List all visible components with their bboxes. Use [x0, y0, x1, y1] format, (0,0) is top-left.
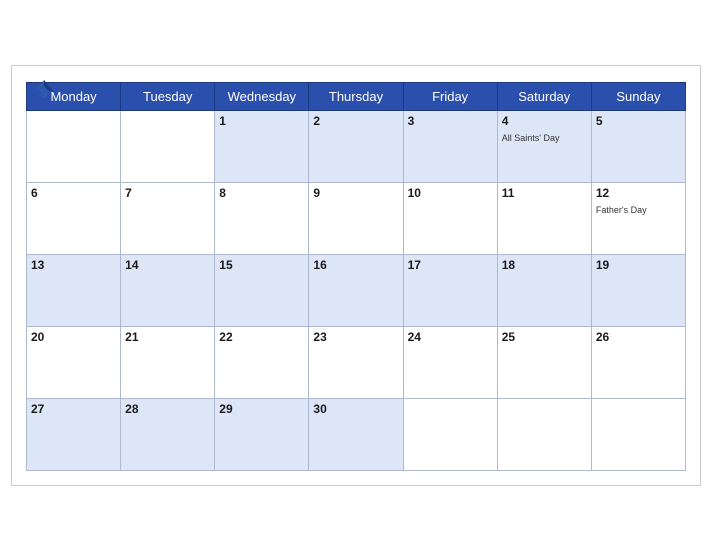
day-number: 15	[219, 258, 304, 272]
day-number: 8	[219, 186, 304, 200]
calendar-cell: 11	[497, 182, 591, 254]
day-number: 6	[31, 186, 116, 200]
weekday-header-tuesday: Tuesday	[121, 82, 215, 110]
calendar-cell: 14	[121, 254, 215, 326]
day-number: 4	[502, 114, 587, 128]
calendar-cell	[403, 398, 497, 470]
calendar-cell: 6	[27, 182, 121, 254]
day-number: 18	[502, 258, 587, 272]
day-number: 16	[313, 258, 398, 272]
day-number: 13	[31, 258, 116, 272]
calendar-cell: 1	[215, 110, 309, 182]
calendar-cell: 3	[403, 110, 497, 182]
calendar-cell: 10	[403, 182, 497, 254]
calendar-cell: 5	[591, 110, 685, 182]
calendar-week-row: 20 21 22 23 24 25 26	[27, 326, 686, 398]
calendar-week-row: 27 28 29 30	[27, 398, 686, 470]
calendar-week-row: 6789 10 11 12 Father's Day	[27, 182, 686, 254]
calendar-cell: 2	[309, 110, 403, 182]
calendar-cell: 7	[121, 182, 215, 254]
day-event: Father's Day	[596, 205, 647, 215]
day-number: 23	[313, 330, 398, 344]
day-event: All Saints' Day	[502, 133, 560, 143]
calendar-cell: 30	[309, 398, 403, 470]
weekday-header-thursday: Thursday	[309, 82, 403, 110]
calendar-cell: 21	[121, 326, 215, 398]
calendar-cell: 13	[27, 254, 121, 326]
calendar-cell: 16	[309, 254, 403, 326]
calendar-cell: 25	[497, 326, 591, 398]
weekday-header-friday: Friday	[403, 82, 497, 110]
calendar-cell	[27, 110, 121, 182]
day-number: 9	[313, 186, 398, 200]
calendar-cell: 4 All Saints' Day	[497, 110, 591, 182]
day-number: 19	[596, 258, 681, 272]
calendar-cell: 12 Father's Day	[591, 182, 685, 254]
day-number: 22	[219, 330, 304, 344]
calendar-cell: 29	[215, 398, 309, 470]
calendar-cell: 19	[591, 254, 685, 326]
calendar-cell: 22	[215, 326, 309, 398]
day-number: 5	[596, 114, 681, 128]
calendar-cell: 8	[215, 182, 309, 254]
day-number: 11	[502, 186, 587, 200]
calendar-cell: 9	[309, 182, 403, 254]
calendar-table: MondayTuesdayWednesdayThursdayFridaySatu…	[26, 82, 686, 471]
day-number: 30	[313, 402, 398, 416]
day-number: 10	[408, 186, 493, 200]
day-number: 25	[502, 330, 587, 344]
day-number: 29	[219, 402, 304, 416]
weekday-header-saturday: Saturday	[497, 82, 591, 110]
day-number: 24	[408, 330, 493, 344]
weekday-header-sunday: Sunday	[591, 82, 685, 110]
day-number: 1	[219, 114, 304, 128]
day-number: 21	[125, 330, 210, 344]
day-number: 28	[125, 402, 210, 416]
calendar-cell: 27	[27, 398, 121, 470]
calendar-cell: 24	[403, 326, 497, 398]
calendar-container: MondayTuesdayWednesdayThursdayFridaySatu…	[11, 65, 701, 486]
day-number: 14	[125, 258, 210, 272]
day-number: 2	[313, 114, 398, 128]
calendar-cell: 17	[403, 254, 497, 326]
weekday-header-row: MondayTuesdayWednesdayThursdayFridaySatu…	[27, 82, 686, 110]
day-number: 7	[125, 186, 210, 200]
day-number: 17	[408, 258, 493, 272]
logo-area	[26, 76, 62, 104]
day-number: 3	[408, 114, 493, 128]
day-number: 26	[596, 330, 681, 344]
calendar-cell: 26	[591, 326, 685, 398]
day-number: 20	[31, 330, 116, 344]
calendar-cell: 18	[497, 254, 591, 326]
calendar-cell: 20	[27, 326, 121, 398]
day-number: 12	[596, 186, 681, 200]
calendar-cell	[121, 110, 215, 182]
weekday-header-wednesday: Wednesday	[215, 82, 309, 110]
calendar-cell: 23	[309, 326, 403, 398]
calendar-cell	[497, 398, 591, 470]
calendar-week-row: 1234 All Saints' Day 5	[27, 110, 686, 182]
calendar-cell	[591, 398, 685, 470]
day-number: 27	[31, 402, 116, 416]
calendar-cell: 15	[215, 254, 309, 326]
calendar-week-row: 13 14 15 16 17 18 19	[27, 254, 686, 326]
calendar-cell: 28	[121, 398, 215, 470]
